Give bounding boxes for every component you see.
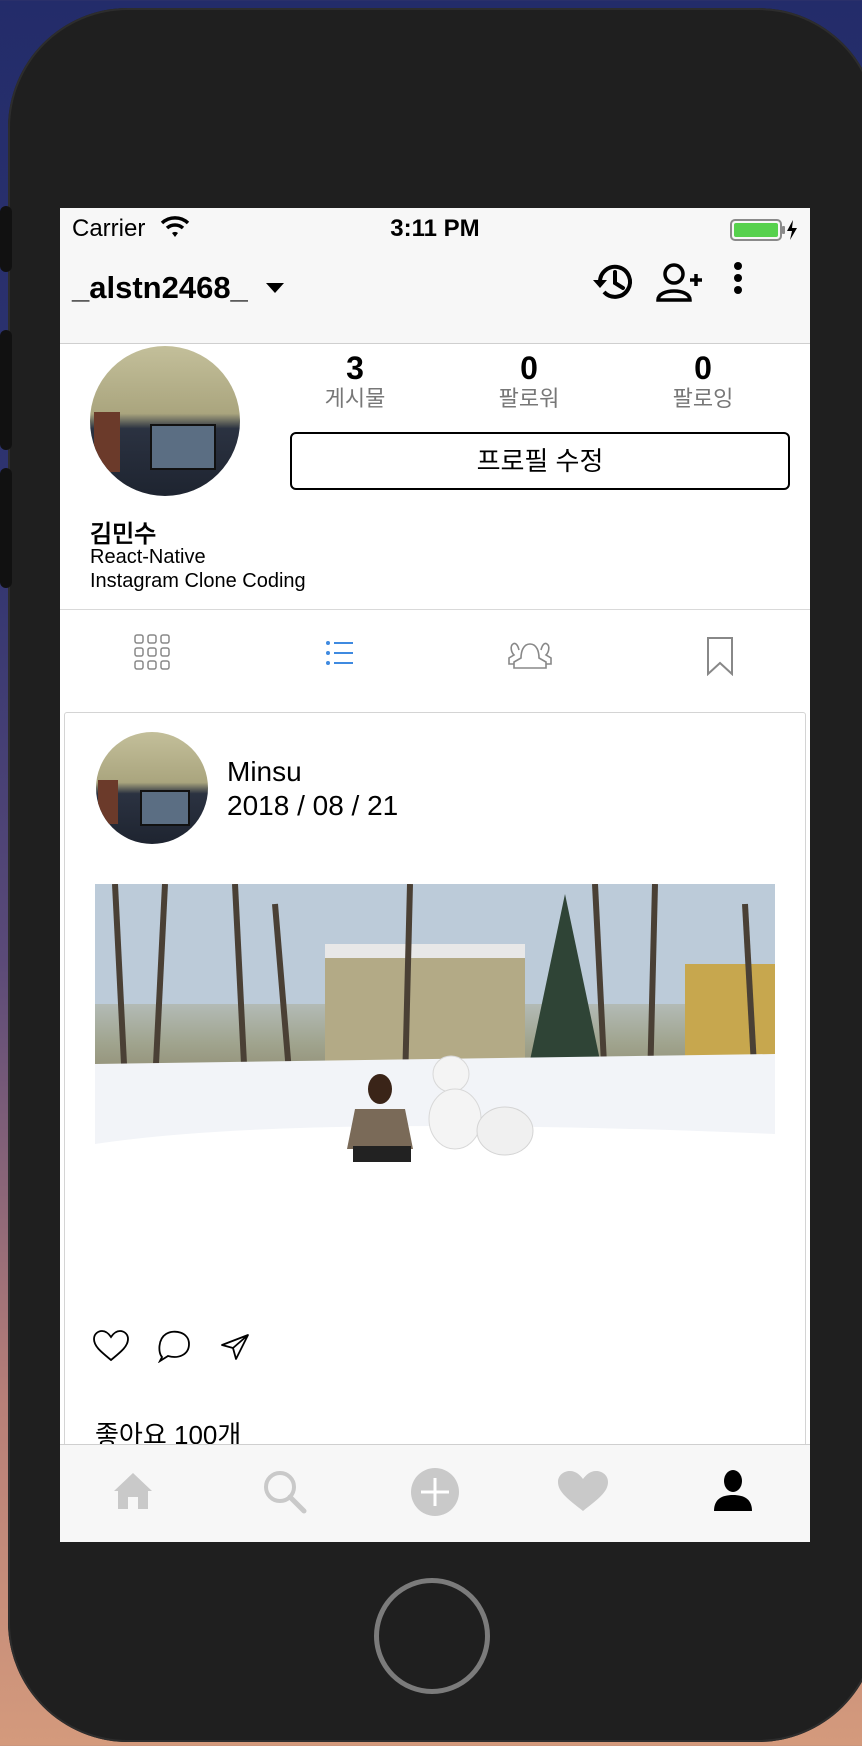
profile-bio-line: React-Native	[90, 546, 206, 568]
post-date: 2018 / 08 / 21	[227, 790, 399, 821]
following-stat[interactable]: 0 팔로잉	[633, 350, 773, 412]
profile-avatar[interactable]	[90, 346, 240, 496]
profile-bio-line: Instagram Clone Coding	[90, 570, 306, 592]
followers-stat[interactable]: 0 팔로워	[459, 350, 599, 412]
tagged-people-icon[interactable]	[508, 638, 568, 698]
search-icon[interactable]	[260, 1467, 308, 1520]
grid-icon[interactable]	[134, 634, 194, 694]
volume-down-button	[0, 468, 12, 588]
post-username[interactable]: Minsu	[227, 756, 302, 788]
more-options-icon[interactable]	[732, 258, 744, 303]
username-switcher[interactable]: _alstn2468_	[72, 270, 248, 306]
post-photo[interactable]	[95, 884, 775, 1282]
avatar-photo-detail	[98, 780, 118, 824]
profile-icon[interactable]	[712, 1469, 754, 1518]
battery-icon	[730, 218, 800, 247]
bookmark-icon[interactable]	[706, 636, 766, 696]
bottom-tab-bar	[60, 1444, 810, 1542]
post-author-avatar[interactable]	[96, 732, 208, 844]
avatar-photo-detail	[140, 790, 190, 826]
list-icon[interactable]	[326, 640, 386, 700]
followers-count: 0	[520, 350, 538, 386]
followers-label: 팔로워	[498, 386, 560, 411]
following-label: 팔로잉	[672, 386, 734, 411]
status-time: 3:11 PM	[390, 215, 480, 242]
posts-stat[interactable]: 3 게시물	[285, 350, 425, 412]
avatar-photo-detail	[94, 412, 120, 472]
app-screen: Carrier 3:11 PM _alstn2468_ 3 게시물 0 팔로워 …	[60, 208, 810, 1542]
volume-up-button	[0, 330, 12, 450]
home-icon[interactable]	[110, 1467, 156, 1518]
posts-label: 게시물	[324, 386, 386, 411]
share-icon[interactable]	[220, 1333, 250, 1366]
like-icon[interactable]	[92, 1329, 130, 1368]
status-bar: Carrier 3:11 PM	[60, 208, 810, 248]
caret-down-icon[interactable]	[264, 281, 286, 300]
history-icon[interactable]	[590, 258, 638, 311]
edit-profile-button[interactable]: 프로필 수정	[290, 432, 790, 490]
profile-header: _alstn2468_	[60, 248, 810, 344]
add-user-icon[interactable]	[654, 258, 704, 313]
profile-name: 김민수	[90, 521, 157, 548]
home-button[interactable]	[374, 1578, 490, 1694]
divider	[60, 609, 810, 610]
avatar-photo-detail	[150, 424, 216, 470]
comment-icon[interactable]	[156, 1329, 192, 1368]
posts-count: 3	[346, 350, 364, 386]
heart-icon[interactable]	[556, 1469, 610, 1518]
add-icon[interactable]	[410, 1467, 460, 1522]
following-count: 0	[694, 350, 712, 386]
mute-switch	[0, 206, 12, 272]
